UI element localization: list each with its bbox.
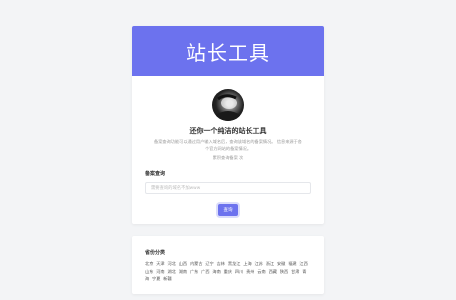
province-link[interactable]: 江苏 bbox=[254, 261, 262, 266]
province-link[interactable]: 山西 bbox=[179, 261, 187, 266]
province-link[interactable]: 浙江 bbox=[266, 261, 274, 266]
province-link[interactable]: 重庆 bbox=[224, 269, 232, 274]
province-link[interactable]: 湖北 bbox=[167, 269, 175, 274]
query-count-text: 累积查询备案 次 bbox=[212, 155, 244, 160]
site-title: 站长工具 bbox=[186, 40, 270, 65]
province-link[interactable]: 内蒙古 bbox=[190, 261, 203, 266]
province-link[interactable]: 宁夏 bbox=[152, 276, 160, 281]
main-card: 站长工具 还你一个纯洁的站长工具 备案查询功能可以通过用户输入域名后，查询该域名… bbox=[132, 26, 324, 224]
province-link[interactable]: 吉林 bbox=[217, 261, 225, 266]
province-link[interactable]: 福建 bbox=[288, 261, 296, 266]
province-link[interactable]: 西藏 bbox=[269, 269, 277, 274]
province-link[interactable]: 陕西 bbox=[280, 269, 288, 274]
province-link[interactable]: 河北 bbox=[167, 261, 175, 266]
province-link[interactable]: 黑龙江 bbox=[228, 261, 241, 266]
province-link[interactable]: 广西 bbox=[201, 269, 209, 274]
province-card: 省份分类 北京 天津 河北 山西 内蒙古 辽宁 吉林 黑龙江 上海 江苏 浙江 … bbox=[132, 236, 324, 294]
province-link[interactable]: 广东 bbox=[190, 269, 198, 274]
province-link[interactable]: 江西 bbox=[299, 261, 307, 266]
province-link[interactable]: 山东 bbox=[145, 269, 153, 274]
page-subtitle: 还你一个纯洁的站长工具 bbox=[189, 127, 267, 135]
province-link[interactable]: 四川 bbox=[235, 269, 243, 274]
province-section-title: 省份分类 bbox=[145, 250, 166, 256]
province-link[interactable]: 云南 bbox=[257, 269, 265, 274]
province-link[interactable]: 海南 bbox=[212, 269, 220, 274]
province-link[interactable]: 湖南 bbox=[179, 269, 187, 274]
province-link[interactable]: 辽宁 bbox=[205, 261, 213, 266]
query-button[interactable]: 查询 bbox=[218, 204, 238, 216]
province-link[interactable]: 北京 bbox=[145, 261, 153, 266]
province-link[interactable]: 贵州 bbox=[246, 269, 254, 274]
province-link[interactable]: 安徽 bbox=[277, 261, 285, 266]
province-link[interactable]: 新疆 bbox=[163, 276, 171, 281]
province-link[interactable]: 甘肃 bbox=[291, 269, 299, 274]
province-link[interactable]: 上海 bbox=[243, 261, 251, 266]
header-banner: 站长工具 bbox=[132, 26, 324, 76]
avatar bbox=[212, 89, 244, 121]
domain-search-input[interactable] bbox=[145, 182, 311, 194]
province-link[interactable]: 天津 bbox=[156, 261, 164, 266]
province-list: 北京 天津 河北 山西 内蒙古 辽宁 吉林 黑龙江 上海 江苏 浙江 安徽 福建… bbox=[145, 260, 311, 283]
description-text: 备案查询功能可以通过用户输入域名后，查询该域名的备案情况。 信息来源于各个官方网… bbox=[154, 139, 302, 151]
query-label: 备案查询 bbox=[145, 171, 166, 177]
province-link[interactable]: 河南 bbox=[156, 269, 164, 274]
